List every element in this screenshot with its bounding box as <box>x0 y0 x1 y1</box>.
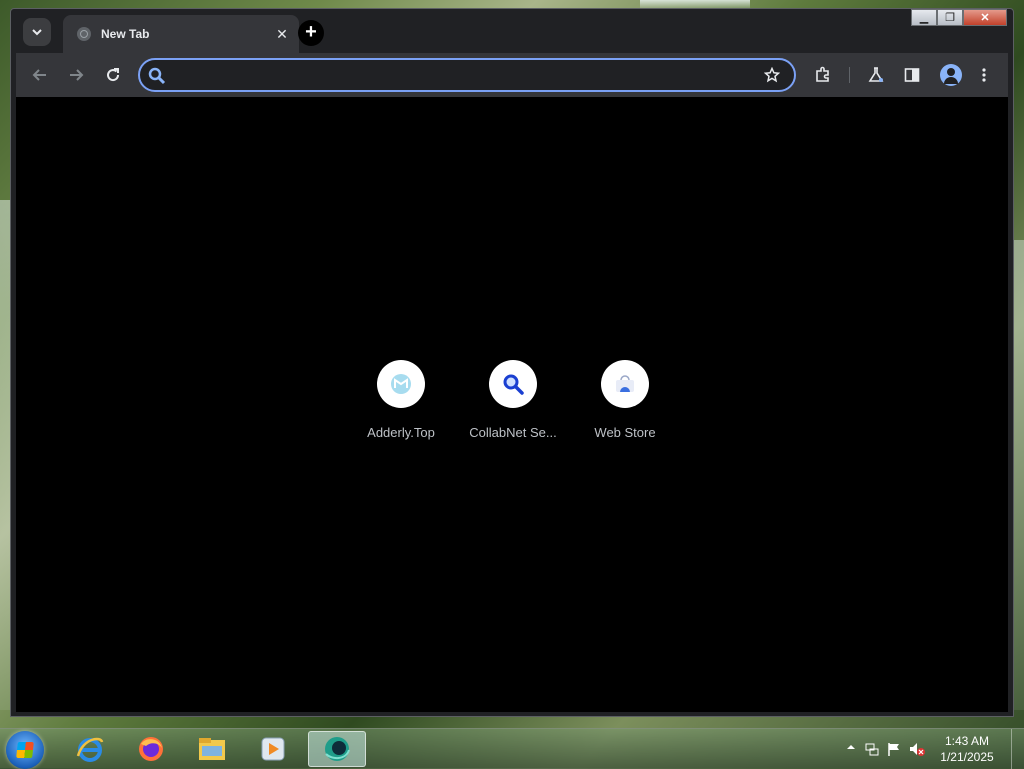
show-hidden-icons-button[interactable] <box>843 741 859 757</box>
system-clock[interactable]: 1:43 AM 1/21/2025 <box>932 733 1002 765</box>
show-desktop-button[interactable] <box>1011 729 1024 769</box>
tab-title: New Tab <box>101 27 150 41</box>
shortcut-tile[interactable]: Web Store <box>569 360 681 440</box>
volume-tray-button[interactable] <box>908 741 925 757</box>
arrow-left-icon <box>32 69 46 81</box>
clock-time: 1:43 AM <box>944 734 990 748</box>
start-button[interactable] <box>6 731 44 769</box>
reload-icon <box>107 68 120 82</box>
shortcut-tile[interactable]: CollabNet Se... <box>457 360 569 440</box>
shortcut-tile[interactable]: Adderly.Top <box>345 360 457 440</box>
taskbar-app[interactable] <box>124 731 178 767</box>
arrow-right-icon <box>70 69 84 81</box>
extensions-button[interactable] <box>813 65 833 85</box>
wallpaper-waterfall <box>640 0 750 8</box>
new-tab-page: Adderly.Top CollabNet Se... Web Store <box>16 97 1008 712</box>
toolbar <box>16 53 1008 97</box>
shortcut-icon-circle <box>489 360 537 408</box>
chevron-down-icon <box>32 29 42 36</box>
firefox-icon <box>139 737 163 761</box>
puzzle-icon <box>816 66 829 82</box>
taskbar-app[interactable] <box>63 731 117 767</box>
window-controls: ▁ ❐ ✕ <box>911 9 1007 29</box>
taskbar-app[interactable] <box>185 731 239 767</box>
adderly-icon <box>391 374 411 394</box>
shortcut-label: Adderly.Top <box>367 425 435 440</box>
bookmark-star-icon[interactable] <box>764 67 780 83</box>
globe-icon <box>77 27 91 41</box>
taskbar-app[interactable] <box>308 731 366 767</box>
tab-search-button[interactable] <box>23 18 51 46</box>
reload-button[interactable] <box>103 65 123 85</box>
shortcut-label: Web Store <box>594 425 656 440</box>
search-icon <box>148 67 166 85</box>
minimize-button[interactable]: ▁ <box>911 9 937 26</box>
shortcut-icon-circle <box>601 360 649 408</box>
media-player-icon <box>261 737 285 761</box>
more-vert-icon <box>982 68 986 82</box>
address-input[interactable] <box>174 64 758 88</box>
side-panel-icon <box>904 68 920 82</box>
network-tray-button[interactable] <box>864 741 880 757</box>
toolbar-divider <box>849 67 850 83</box>
taskbar: 1:43 AM 1/21/2025 <box>0 728 1024 769</box>
tab-close-button[interactable]: ✕ <box>271 26 293 43</box>
flag-icon <box>888 743 899 756</box>
shortcut-label: CollabNet Se... <box>469 425 557 440</box>
browser-icon <box>325 737 350 761</box>
volume-muted-icon <box>910 743 925 756</box>
internet-explorer-icon <box>76 737 104 762</box>
clock-date: 1/21/2025 <box>940 750 994 764</box>
address-bar[interactable] <box>138 58 796 92</box>
labs-button[interactable] <box>866 65 886 85</box>
new-tab-button[interactable]: + <box>298 20 324 46</box>
tab-new-tab[interactable]: New Tab ✕ <box>63 15 299 53</box>
back-button[interactable] <box>30 65 50 85</box>
forward-button[interactable] <box>66 65 86 85</box>
web-store-icon <box>616 375 634 392</box>
tab-strip: New Tab ✕ + ▁ ❐ ✕ <box>11 9 1013 53</box>
side-panel-button[interactable] <box>902 65 922 85</box>
taskbar-app[interactable] <box>246 731 300 767</box>
maximize-button[interactable]: ❐ <box>937 9 963 26</box>
close-window-button[interactable]: ✕ <box>963 9 1007 26</box>
browser-window: New Tab ✕ + ▁ ❐ ✕ Adderly.Top CollabNet … <box>10 8 1014 717</box>
menu-button[interactable] <box>974 65 994 85</box>
file-explorer-icon <box>199 738 225 760</box>
profile-avatar-icon[interactable] <box>940 64 962 86</box>
shortcut-icon-circle <box>377 360 425 408</box>
action-center-button[interactable] <box>886 741 902 757</box>
magnifier-icon <box>503 374 524 395</box>
system-tray: 1:43 AM 1/21/2025 <box>824 729 1024 769</box>
wallpaper-waterfall-left <box>0 200 10 710</box>
network-icon <box>865 743 879 756</box>
chevron-up-icon <box>847 745 855 749</box>
wallpaper-waterfall-right <box>1014 240 1024 710</box>
flask-icon <box>868 67 884 82</box>
